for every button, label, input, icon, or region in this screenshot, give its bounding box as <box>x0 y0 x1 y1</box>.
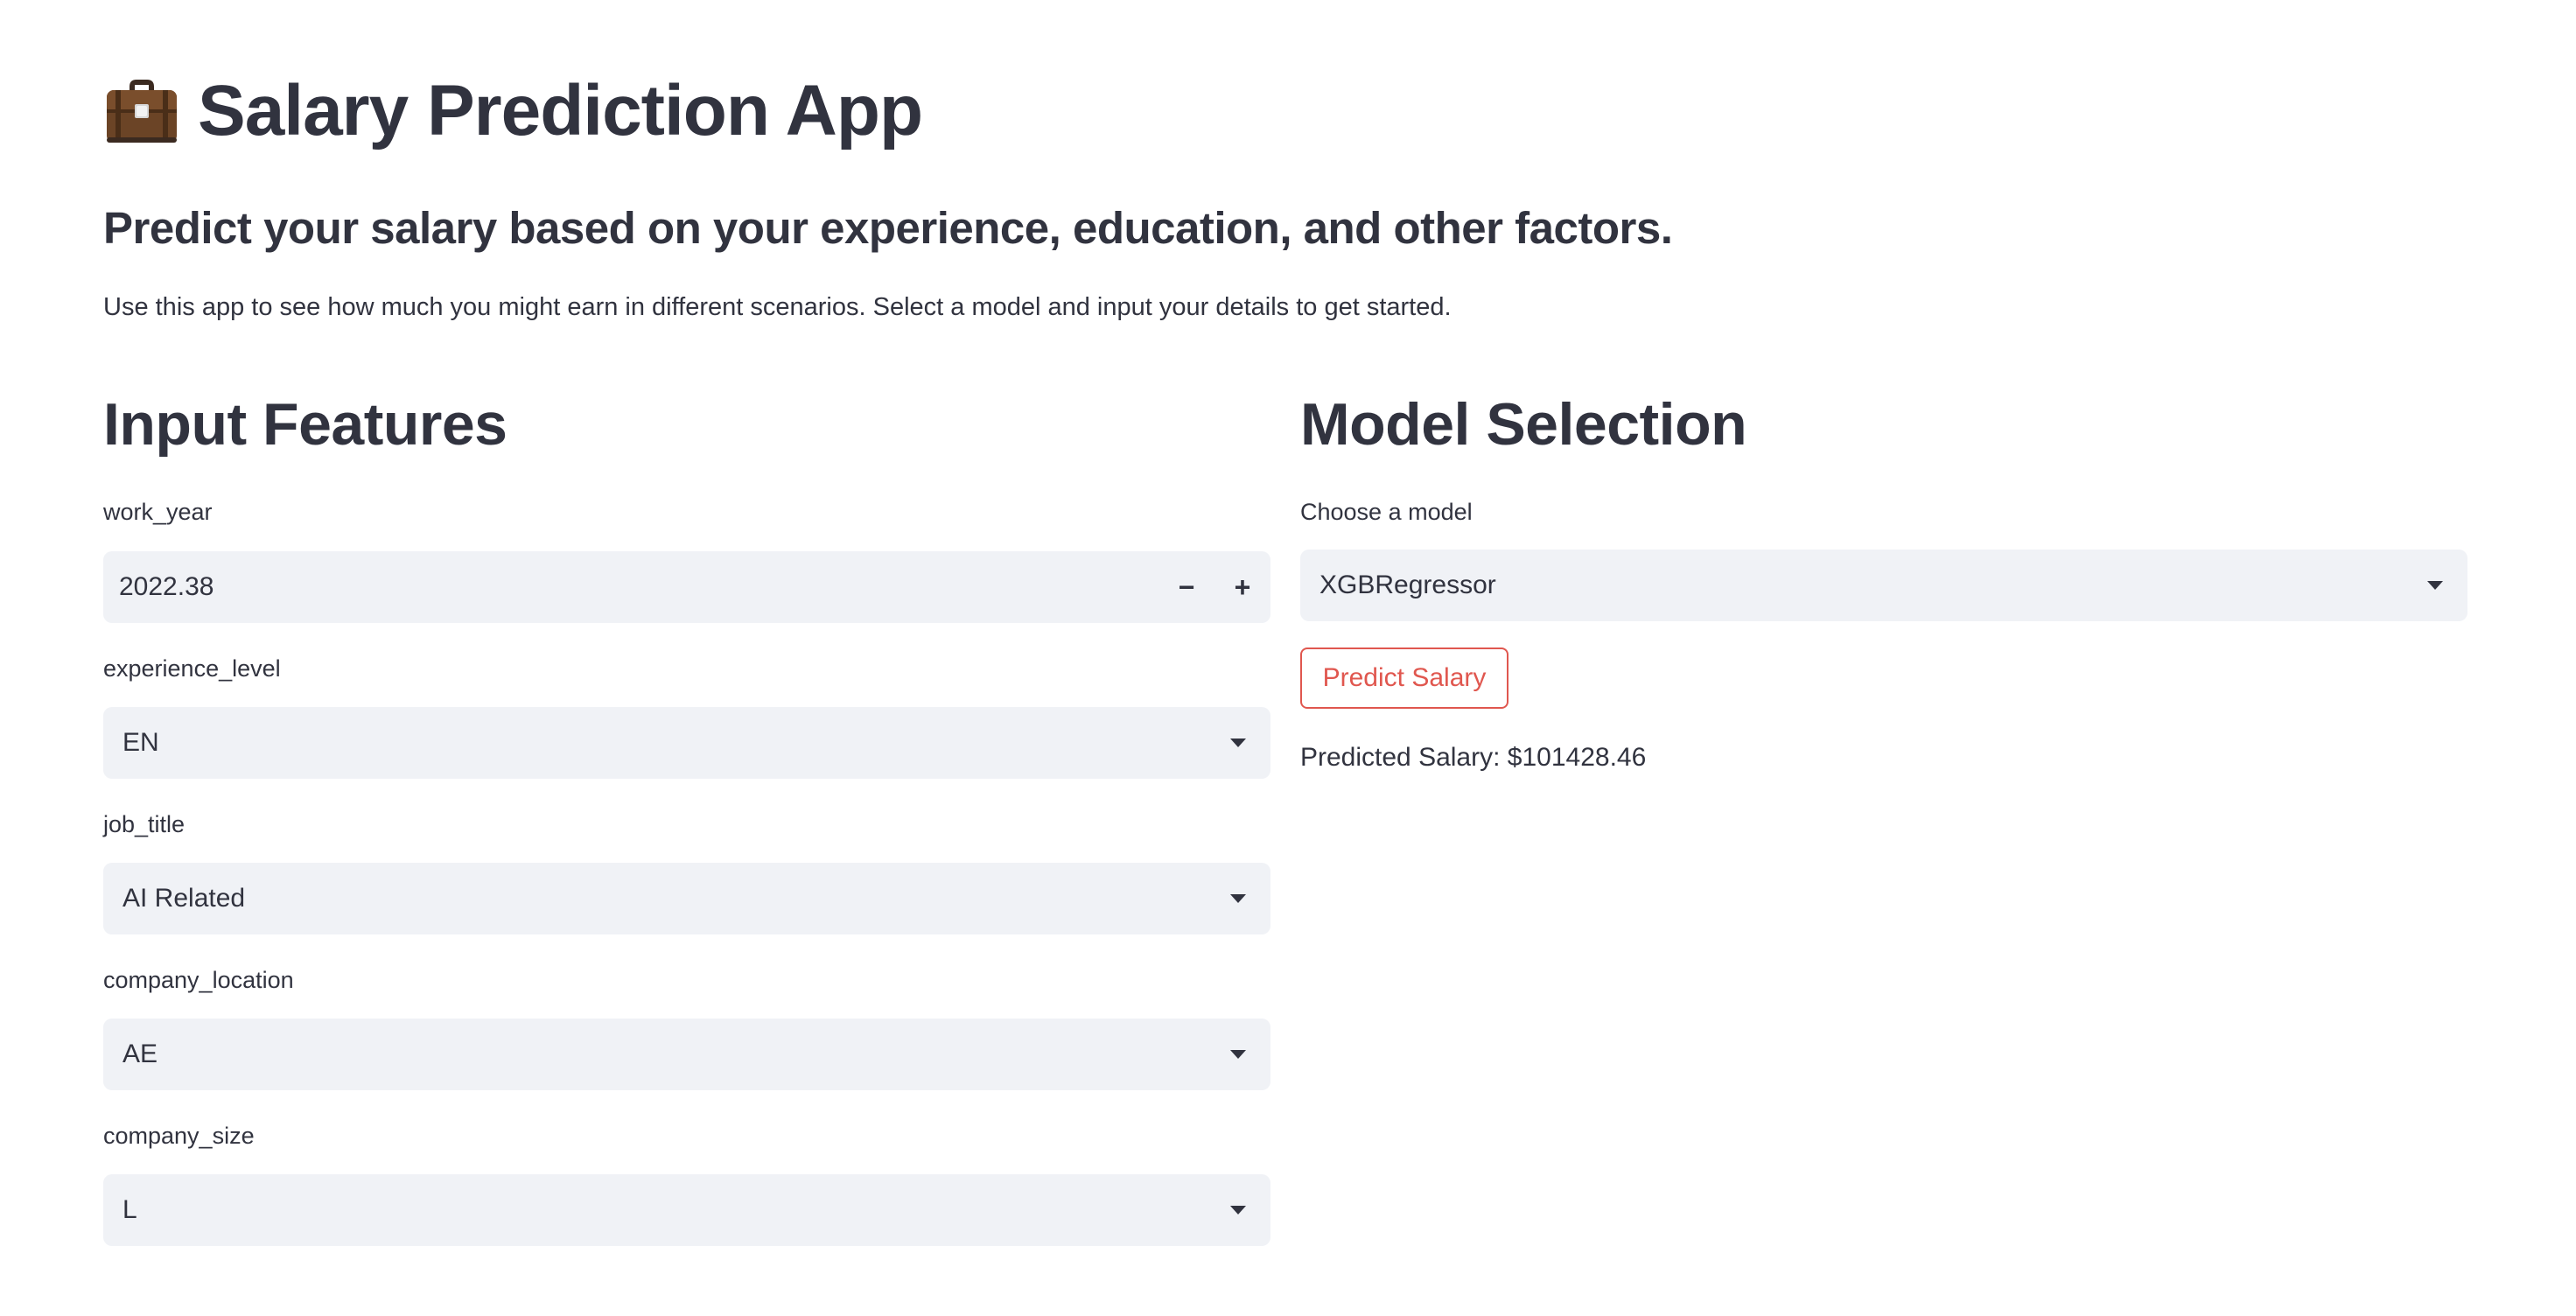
company-size-label: company_size <box>103 1123 255 1149</box>
model-label: Choose a model <box>1300 499 1473 525</box>
job-title-label: job_title <box>103 811 186 837</box>
work-year-value[interactable]: 2022.38 <box>103 572 1158 602</box>
model-value: XGBRegressor <box>1320 570 1496 599</box>
experience-level-value: EN <box>122 728 159 757</box>
company-size-value: L <box>122 1195 137 1224</box>
page-subtitle: Predict your salary based on your experi… <box>103 203 1673 253</box>
job-title-select[interactable]: AI Related <box>103 863 1270 934</box>
input-features-heading: Input Features <box>103 391 508 458</box>
chevron-down-icon[interactable] <box>1230 1050 1246 1059</box>
model-select[interactable]: XGBRegressor <box>1300 550 2468 621</box>
model-selection-section: Model Selection Choose a model XGBRegres… <box>1300 385 2473 772</box>
chevron-down-icon[interactable] <box>1230 738 1246 747</box>
experience-level-select[interactable]: EN <box>103 707 1270 779</box>
company-size-select[interactable]: L <box>103 1174 1270 1246</box>
predicted-salary-text: Predicted Salary: $101428.46 <box>1300 743 1647 772</box>
work-year-label: work_year <box>103 499 213 525</box>
app-page: Salary Prediction App Predict your salar… <box>0 0 2576 1316</box>
input-features-section: Input Features work_year 2022.38 − + exp… <box>103 385 1276 1246</box>
increment-button[interactable]: + <box>1214 551 1270 623</box>
page-title: Salary Prediction App <box>198 71 923 150</box>
company-location-select[interactable]: AE <box>103 1018 1270 1090</box>
briefcase-icon <box>103 74 180 148</box>
intro-text: Use this app to see how much you might e… <box>103 293 1452 321</box>
decrement-button[interactable]: − <box>1158 551 1214 623</box>
company-location-label: company_location <box>103 967 294 993</box>
job-title-value: AI Related <box>122 884 246 913</box>
title-row: Salary Prediction App <box>103 63 923 159</box>
experience-level-label: experience_level <box>103 655 281 682</box>
chevron-down-icon[interactable] <box>2427 581 2443 590</box>
predict-salary-button[interactable]: Predict Salary <box>1300 648 1508 709</box>
company-location-value: AE <box>122 1040 158 1068</box>
work-year-number-input[interactable]: 2022.38 − + <box>103 551 1270 623</box>
work-year-stepper: − + <box>1158 551 1270 623</box>
model-selection-heading: Model Selection <box>1300 391 1747 458</box>
chevron-down-icon[interactable] <box>1230 894 1246 903</box>
chevron-down-icon[interactable] <box>1230 1206 1246 1214</box>
